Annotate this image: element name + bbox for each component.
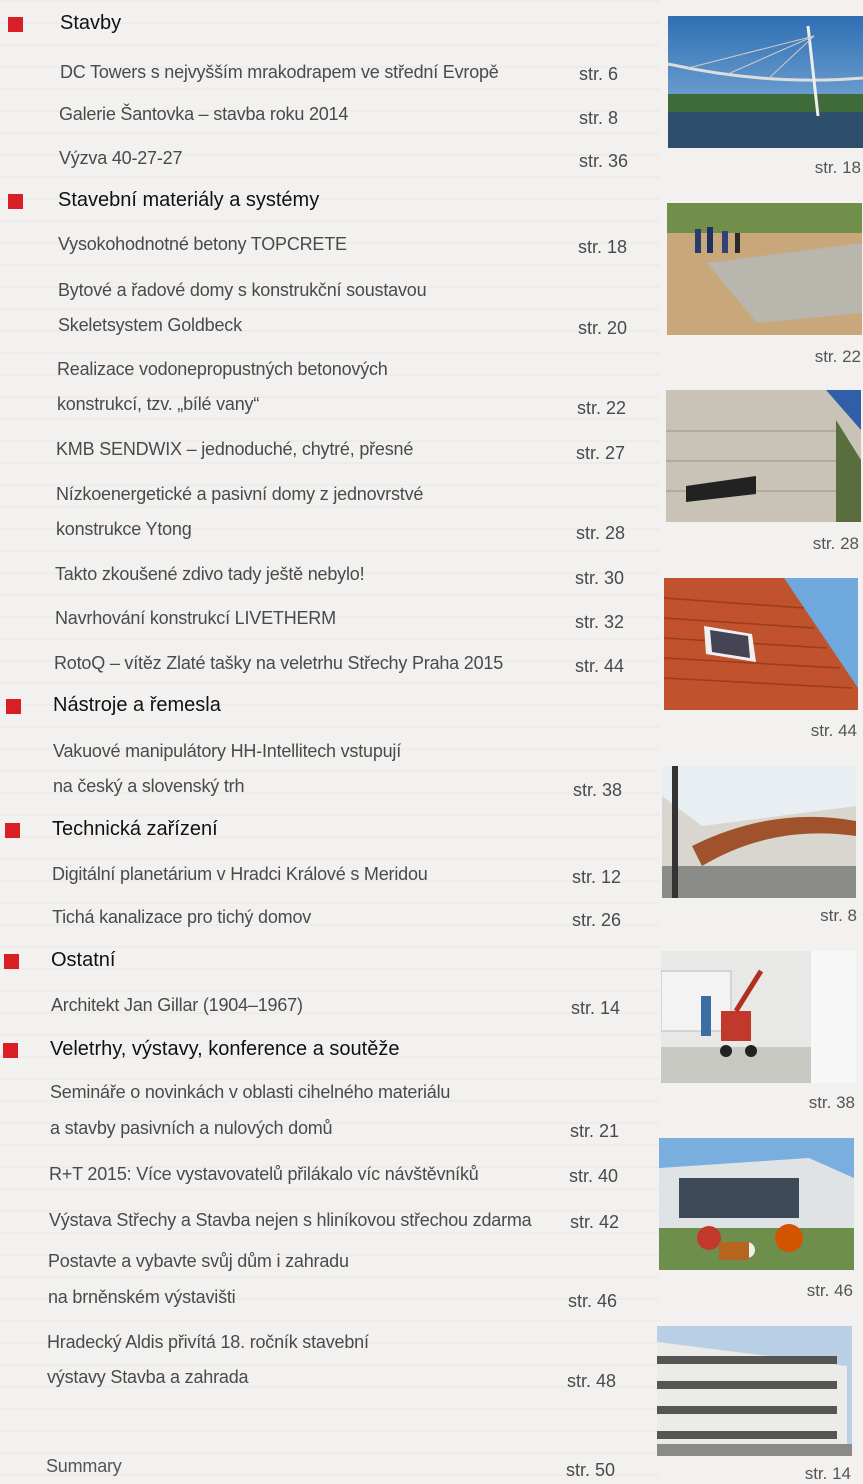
photo-caption: str. 38	[808, 1093, 855, 1112]
toc-entry-page: str. 21	[570, 1121, 620, 1141]
photo-caption: str. 14	[804, 1464, 851, 1483]
toc-entry-page: str. 36	[579, 151, 629, 171]
summary-label[interactable]: Summary	[46, 1456, 122, 1477]
construction-site-photo	[667, 203, 862, 335]
toc-entry-page: str. 46	[568, 1291, 618, 1311]
toc-entry-title[interactable]: Semináře o novinkách v oblasti cihelného…	[50, 1082, 450, 1103]
toc-entry-page: str. 22	[577, 398, 627, 418]
toc-entry-title[interactable]: Bytové a řadové domy s konstrukční soust…	[58, 280, 427, 301]
toc-entry-title[interactable]: Architekt Jan Gillar (1904–1967)	[51, 995, 303, 1016]
toc-entry-title-cont[interactable]: konstrukce Ytong	[56, 519, 192, 540]
toc-entry-title[interactable]: Navrhování konstrukcí LIVETHERM	[55, 608, 336, 629]
toc-entry-title[interactable]: Tichá kanalizace pro tichý domov	[52, 907, 311, 928]
toc-entry-title[interactable]: Galerie Šantovka – stavba roku 2014	[59, 104, 348, 125]
toc-entry-page: str. 18	[578, 237, 628, 257]
toc-entry-title-cont[interactable]: výstavy Stavba a zahrada	[47, 1367, 249, 1388]
toc-entry-page: str. 27	[576, 443, 626, 463]
toc-entry-page: str. 48	[567, 1371, 617, 1391]
toc-entry-page: str. 6	[579, 64, 619, 84]
toc-entry-title[interactable]: Hradecký Aldis přivítá 18. ročník staveb…	[47, 1332, 369, 1353]
toc-entry-title-cont[interactable]: na brněnském výstavišti	[48, 1287, 236, 1308]
toc-entry-page: str. 38	[573, 780, 623, 800]
toc-entry-title[interactable]: Nízkoenergetické a pasivní domy z jednov…	[56, 484, 423, 505]
gallery-interior-photo	[662, 766, 856, 898]
toc-entry-page: str. 12	[572, 867, 622, 887]
toc-entry-page: str. 30	[575, 568, 625, 588]
red-square-icon	[3, 1043, 18, 1058]
tiled-roof-window-photo	[664, 578, 858, 710]
red-square-icon	[8, 17, 23, 32]
exhibition-garden-photo	[659, 1138, 854, 1270]
toc-entry-title-cont[interactable]: a stavby pasivních a nulových domů	[50, 1118, 333, 1139]
toc-entry-title[interactable]: Výstava Střechy a Stavba nejen s hliníko…	[49, 1210, 532, 1231]
photo-caption: str. 18	[814, 158, 861, 177]
toc-entry-title[interactable]: DC Towers s nejvyšším mrakodrapem ve stř…	[60, 62, 499, 83]
toc-entry-title[interactable]: Digitální planetárium v Hradci Králové s…	[52, 864, 428, 885]
toc-entry-title[interactable]: Takto zkoušené zdivo tady ještě nebylo!	[55, 564, 365, 585]
toc-entry-page: str. 44	[575, 656, 625, 676]
toc-entry-title[interactable]: RotoQ – vítěz Zlaté tašky na veletrhu St…	[54, 653, 503, 674]
photo-caption: str. 8	[820, 906, 857, 925]
toc-entry-page: str. 42	[570, 1212, 620, 1232]
toc-entry-page: str. 14	[571, 998, 621, 1018]
toc-entry-page: str. 40	[569, 1166, 619, 1186]
summary-page: str. 50	[566, 1460, 616, 1480]
photo-caption: str. 22	[814, 347, 861, 366]
toc-entry-title-cont[interactable]: Skeletsystem Goldbeck	[58, 315, 242, 336]
toc-entry-title[interactable]: Výzva 40-27-27	[59, 148, 182, 169]
photo-caption: str. 44	[810, 721, 857, 740]
toc-entry-title-cont[interactable]: konstrukcí, tzv. „bílé vany“	[57, 394, 259, 415]
red-square-icon	[8, 194, 23, 209]
toc-entry-title[interactable]: KMB SENDWIX – jednoduché, chytré, přesné	[56, 439, 413, 460]
photo-caption: str. 28	[812, 534, 859, 553]
toc-entry-title[interactable]: R+T 2015: Více vystavovatelů přilákalo v…	[49, 1164, 479, 1185]
red-square-icon	[6, 699, 21, 714]
toc-entry-page: str. 26	[572, 910, 622, 930]
toc-entry-title[interactable]: Realizace vodonepropustných betonových	[57, 359, 388, 380]
red-square-icon	[4, 954, 19, 969]
toc-entry-page: str. 8	[579, 108, 619, 128]
red-square-icon	[5, 823, 20, 838]
office-building-photo	[657, 1326, 852, 1456]
toc-entry-title-cont[interactable]: na český a slovenský trh	[53, 776, 244, 797]
bridge-photo	[668, 16, 863, 148]
toc-entry-title[interactable]: Vysokohodnotné betony TOPCRETE	[58, 234, 347, 255]
photo-caption: str. 46	[806, 1281, 853, 1300]
toc-entry-page: str. 32	[575, 612, 625, 632]
toc-entry-page: str. 20	[578, 318, 628, 338]
concrete-wall-photo	[666, 390, 861, 522]
toc-entry-title[interactable]: Vakuové manipulátory HH-Intellitech vstu…	[53, 741, 401, 762]
vacuum-lifter-photo	[661, 951, 856, 1083]
toc-entry-title[interactable]: Postavte a vybavte svůj dům i zahradu	[48, 1251, 349, 1272]
toc-entry-page: str. 28	[576, 523, 626, 543]
